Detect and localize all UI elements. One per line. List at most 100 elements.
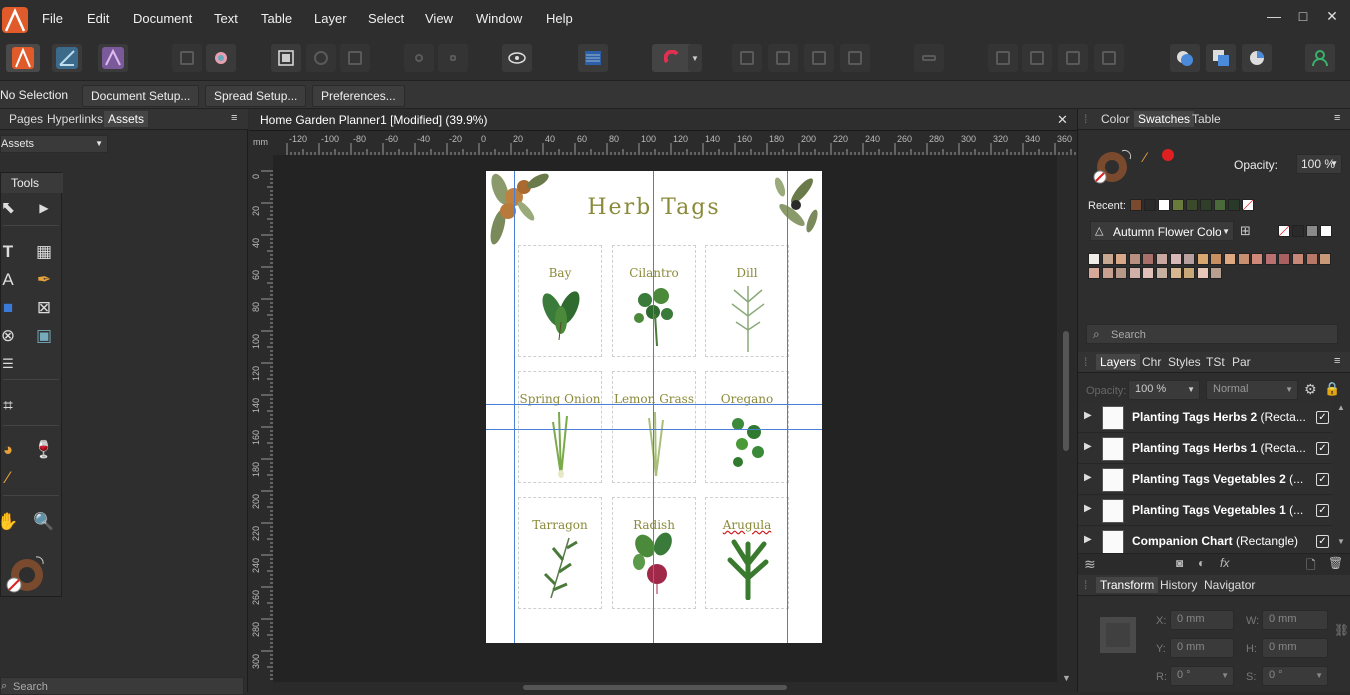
anchor-point-selector-icon[interactable]	[1100, 617, 1136, 653]
vertical-scrollbar[interactable]: ▼	[1057, 155, 1077, 692]
horizontal-scroll-thumb[interactable]	[523, 685, 787, 690]
palette-dropdown[interactable]: △ Autumn Flower Colour ▼	[1090, 221, 1234, 241]
tab-character[interactable]: Chr	[1142, 355, 1161, 369]
palette-swatch[interactable]	[1115, 253, 1128, 265]
fill-tool-icon[interactable]: ◕	[0, 439, 19, 461]
recent-swatch[interactable]	[1158, 199, 1170, 211]
tab-navigator[interactable]: Navigator	[1204, 578, 1255, 592]
palette-swatch[interactable]	[1196, 253, 1209, 265]
expand-arrow-icon[interactable]: ▶	[1084, 503, 1092, 514]
flip-vertical-icon[interactable]	[1022, 44, 1052, 72]
tab-assets[interactable]: Assets	[104, 111, 149, 127]
palette-swatch[interactable]	[1183, 267, 1196, 279]
transparency-tool-icon[interactable]: 🍷	[33, 439, 55, 461]
recent-swatch[interactable]	[1228, 199, 1240, 211]
layer-row[interactable]: ▶ Planting Tags Herbs 1 (Recta... ✓	[1078, 434, 1332, 464]
picture-frame-tool-icon[interactable]: ⊠	[33, 297, 55, 319]
tab-history[interactable]: History	[1160, 578, 1197, 592]
close-document-icon[interactable]: ✕	[1057, 112, 1068, 128]
herb-tag-card[interactable]: Lemon Grass	[612, 371, 696, 483]
gray-swatch[interactable]	[1306, 225, 1318, 237]
drag-handle-icon[interactable]: ⁞	[1084, 355, 1087, 369]
horizontal-guide[interactable]	[486, 404, 822, 405]
menu-view[interactable]: View	[425, 11, 453, 26]
layer-visibility-checkbox[interactable]: ✓	[1316, 411, 1329, 424]
horizontal-ruler[interactable]: -120 -100 -80 -60 -40 -20 0 20 40 60 80 100 120 140 16…	[273, 131, 1084, 155]
arrange-forward-icon[interactable]	[804, 44, 834, 72]
snapping-magnet-icon[interactable]	[652, 44, 692, 72]
adjustment-icon[interactable]: ◐	[1198, 556, 1205, 570]
document-setup-button[interactable]: Document Setup...	[82, 85, 200, 107]
document-page[interactable]: Herb Tags Bay Cilantro Dill Spring Onion…	[486, 171, 822, 643]
layer-visibility-checkbox[interactable]: ✓	[1316, 442, 1329, 455]
tab-swatches[interactable]: Swatches	[1134, 111, 1195, 127]
ellipse-frame-icon[interactable]	[306, 44, 336, 72]
palette-swatch[interactable]	[1128, 253, 1141, 265]
expand-arrow-icon[interactable]: ▶	[1084, 472, 1092, 483]
panel-menu-icon[interactable]: ≡	[231, 112, 237, 124]
expand-arrow-icon[interactable]: ▶	[1084, 534, 1092, 545]
y-field[interactable]: 0 mm	[1170, 638, 1234, 658]
assets-flower-icon[interactable]	[206, 44, 236, 72]
herb-tag-card[interactable]: Oregano	[705, 371, 789, 483]
palette-swatch[interactable]	[1196, 267, 1209, 279]
herb-tag-card[interactable]: Radish	[612, 497, 696, 609]
rotate-left-icon[interactable]	[1058, 44, 1088, 72]
view-hand-tool-icon[interactable]: ✋	[0, 511, 19, 533]
palette-swatch[interactable]	[1237, 253, 1250, 265]
arrange-backward-icon[interactable]	[768, 44, 798, 72]
vertical-guide[interactable]	[653, 171, 654, 643]
layer-row[interactable]: ▶ Planting Tags Herbs 2 (Recta... ✓	[1078, 403, 1332, 433]
x-field[interactable]: 0 mm	[1170, 610, 1234, 630]
snapping-dropdown-icon[interactable]: ▼	[688, 44, 702, 72]
vertical-ruler[interactable]: 0 20 40 60 80 100 120 140 160 180 200 220 240 260 280 3…	[249, 155, 273, 692]
panel-menu-icon[interactable]: ≡	[1334, 355, 1340, 367]
menu-file[interactable]: File	[42, 11, 63, 26]
left-search-input[interactable]: ⌕ Search	[0, 677, 244, 695]
layer-visibility-checkbox[interactable]: ✓	[1316, 535, 1329, 548]
palette-swatch[interactable]	[1101, 253, 1114, 265]
menu-layer[interactable]: Layer	[314, 11, 347, 26]
fill-stroke-swatch-icon[interactable]	[1090, 147, 1136, 192]
recent-swatch[interactable]	[1172, 199, 1184, 211]
photo-persona-icon[interactable]	[98, 44, 128, 72]
palette-swatch[interactable]	[1251, 253, 1264, 265]
arrange-back-icon[interactable]	[732, 44, 762, 72]
menu-select[interactable]: Select	[368, 11, 404, 26]
boolean-subtract-icon[interactable]	[1206, 44, 1236, 72]
artistic-text-tool-icon[interactable]: A	[0, 269, 19, 291]
layer-visibility-checkbox[interactable]: ✓	[1316, 473, 1329, 486]
recent-swatch[interactable]	[1214, 199, 1226, 211]
tab-layers[interactable]: Layers	[1096, 354, 1141, 370]
tab-color[interactable]: Color	[1101, 112, 1130, 126]
preview-eye-icon[interactable]	[502, 44, 532, 72]
herb-tag-card[interactable]: Bay	[518, 245, 602, 357]
width-field[interactable]: 0 mm	[1262, 610, 1328, 630]
tab-styles[interactable]: Styles	[1168, 355, 1201, 369]
palette-swatch[interactable]	[1101, 267, 1114, 279]
layer-row[interactable]: ▶ Companion Chart (Rectangle) ✓	[1078, 527, 1332, 553]
close-window-icon[interactable]: ✕	[1321, 8, 1343, 28]
designer-persona-icon[interactable]	[52, 44, 82, 72]
palette-swatch[interactable]	[1156, 253, 1168, 265]
menu-window[interactable]: Window	[476, 11, 522, 26]
menu-edit[interactable]: Edit	[87, 11, 109, 26]
layer-stack-icon[interactable]: ≋	[1084, 556, 1096, 573]
scroll-up-icon[interactable]: ▲	[1337, 403, 1345, 412]
herb-tag-card[interactable]: Arugula	[705, 497, 789, 609]
eyedropper-icon[interactable]: ⁄	[1144, 149, 1146, 165]
fill-stroke-swatch-icon[interactable]	[3, 553, 47, 598]
shear-field[interactable]: 0 ° ▼	[1262, 666, 1328, 686]
expand-arrow-icon[interactable]: ▶	[1084, 410, 1092, 421]
boolean-add-icon[interactable]	[1170, 44, 1200, 72]
anchor-icon[interactable]	[438, 44, 468, 72]
recent-swatch[interactable]	[1200, 199, 1212, 211]
boolean-intersect-icon[interactable]	[1242, 44, 1272, 72]
spread-setup-button[interactable]: Spread Setup...	[205, 85, 307, 107]
palette-swatch[interactable]	[1183, 253, 1196, 265]
tab-table[interactable]: Table	[1192, 112, 1221, 126]
publisher-persona-icon[interactable]	[6, 44, 40, 72]
frame-text-tool-icon[interactable]: T	[0, 241, 19, 263]
palette-swatch[interactable]	[1142, 267, 1155, 279]
trash-icon[interactable]: 🗑	[1328, 556, 1343, 570]
